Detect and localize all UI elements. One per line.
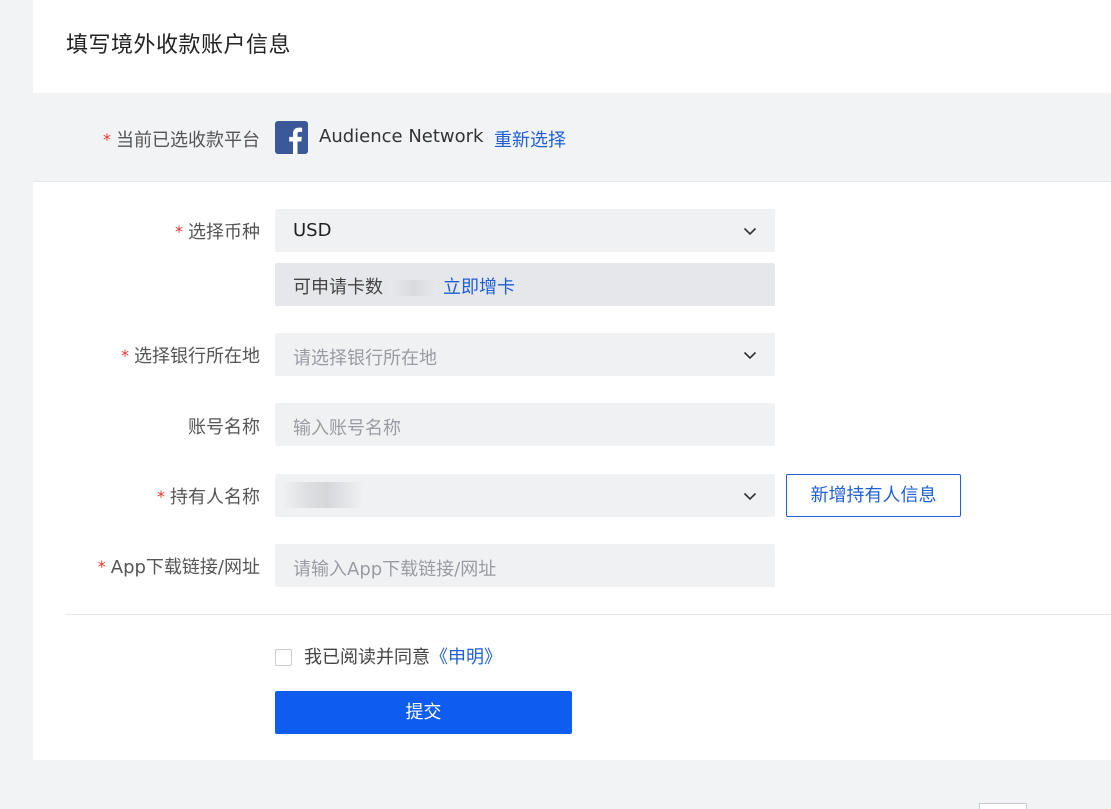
chevron-down-icon [743, 227, 757, 236]
apply-card-link[interactable]: 立即增卡 [443, 277, 515, 298]
page-title: 填写境外收款账户信息 [66, 33, 292, 58]
agreement-checkbox[interactable] [275, 649, 292, 666]
account-name-input[interactable]: 输入账号名称 [275, 403, 775, 446]
currency-select[interactable]: USD [275, 209, 775, 252]
facebook-icon [275, 121, 308, 154]
platform-label: 当前已选收款平台 [116, 130, 260, 151]
required-mark: * [103, 130, 111, 149]
card-quota-box: 可申请卡数 立即增卡 [275, 263, 775, 306]
required-mark: * [157, 487, 165, 506]
redacted-holder-name [283, 482, 363, 508]
currency-value: USD [293, 220, 332, 241]
account-name-label: 账号名称 [188, 417, 260, 438]
divider [65, 614, 1111, 615]
pagination-widget[interactable] [979, 803, 1027, 809]
chevron-down-icon [743, 492, 757, 501]
app-link-label-row: * App下载链接/网址 [98, 553, 260, 579]
currency-label-row: * 选择币种 [175, 218, 260, 244]
required-mark: * [175, 222, 183, 241]
bank-location-label: 选择银行所在地 [134, 346, 260, 367]
account-name-placeholder: 输入账号名称 [293, 418, 401, 439]
platform-section: * 当前已选收款平台 Audience Network 重新选择 [33, 93, 1111, 182]
submit-button[interactable]: 提交 [275, 691, 572, 734]
currency-label: 选择币种 [188, 222, 260, 243]
add-holder-button[interactable]: 新增持有人信息 [786, 474, 961, 517]
card-quota-label: 可申请卡数 [293, 277, 383, 298]
required-mark: * [97, 557, 106, 576]
agreement-text: 我已阅读并同意 [304, 647, 430, 668]
form-card: 填写境外收款账户信息 * 当前已选收款平台 Audience Network 重新… [33, 0, 1111, 760]
holder-name-select[interactable] [275, 474, 775, 517]
app-link-placeholder: 请输入App下载链接/网址 [293, 559, 497, 580]
app-link-input[interactable]: 请输入App下载链接/网址 [275, 544, 775, 587]
holder-name-label: 持有人名称 [170, 487, 260, 508]
platform-label-row: * 当前已选收款平台 [103, 126, 260, 152]
statement-link[interactable]: 《申明》 [430, 647, 502, 668]
bank-location-select[interactable]: 请选择银行所在地 [275, 333, 775, 376]
required-mark: * [121, 346, 129, 365]
app-link-label: App下载链接/网址 [110, 557, 260, 578]
bank-location-placeholder: 请选择银行所在地 [293, 348, 437, 369]
agreement-row: 我已阅读并同意《申明》 [275, 643, 502, 669]
redacted-count [389, 280, 437, 296]
platform-name: Audience Network [319, 126, 484, 147]
chevron-down-icon [743, 351, 757, 360]
bank-location-label-row: * 选择银行所在地 [121, 342, 260, 368]
holder-name-label-row: * 持有人名称 [157, 483, 260, 509]
reselect-link[interactable]: 重新选择 [494, 126, 566, 152]
card-quota-text: 可申请卡数 立即增卡 [293, 273, 515, 299]
